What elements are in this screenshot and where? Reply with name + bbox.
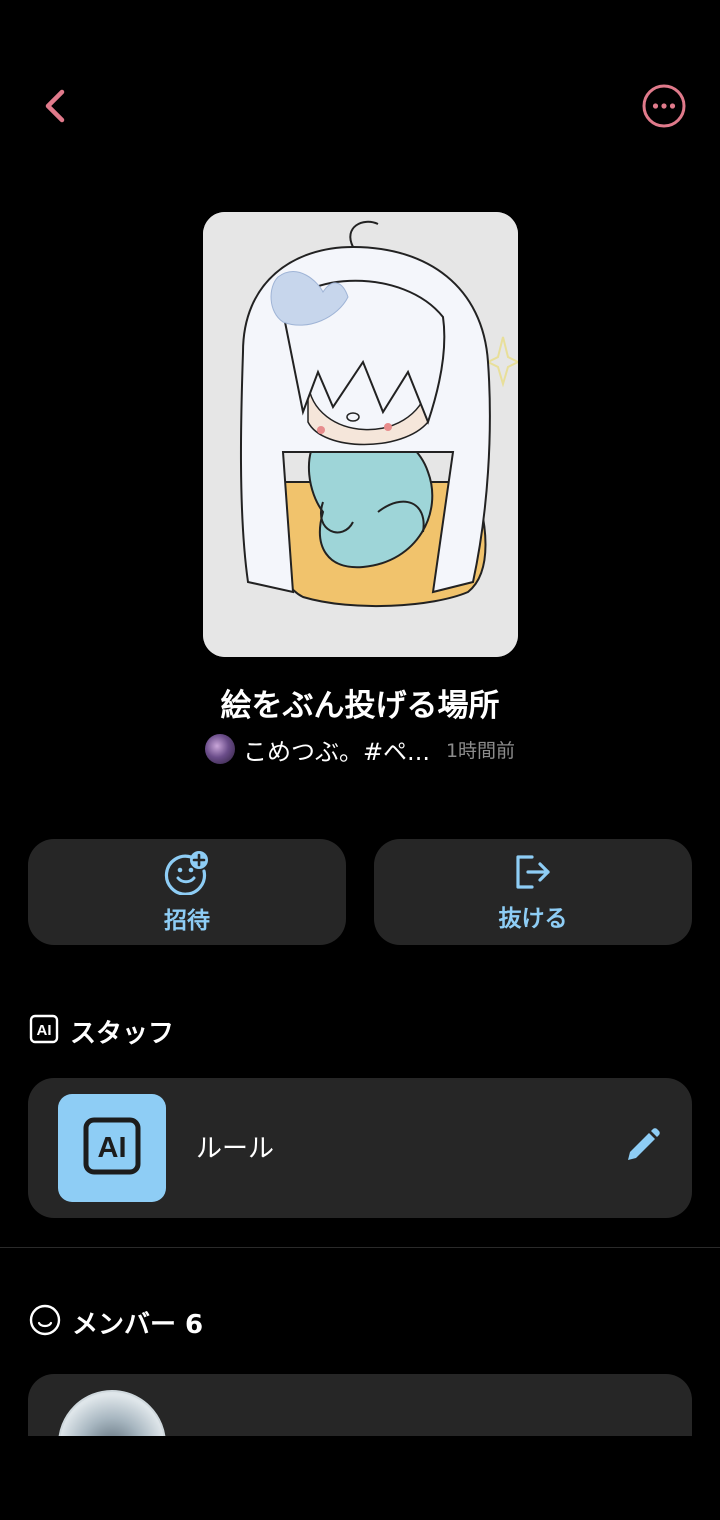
- member-item[interactable]: [28, 1374, 692, 1436]
- staff-item-rules[interactable]: AI ルール: [28, 1078, 692, 1218]
- member-section-header: メンバー 6: [28, 1302, 203, 1342]
- pencil-icon: [622, 1126, 662, 1170]
- more-horizontal-circle-icon: [636, 78, 692, 138]
- staff-section-header: AI スタッフ: [28, 1011, 174, 1051]
- leave-button[interactable]: 抜ける: [374, 839, 692, 945]
- edit-staff-button[interactable]: [620, 1126, 664, 1170]
- svg-text:AI: AI: [37, 1022, 52, 1039]
- owner-name[interactable]: こめつぶ。#ペ...: [243, 732, 430, 767]
- exit-icon: [510, 851, 556, 897]
- room-title: 絵をぶん投げる場所: [220, 688, 500, 724]
- owner-avatar[interactable]: [204, 734, 235, 764]
- member-section-title: メンバー 6: [72, 1309, 204, 1340]
- ai-badge-icon: AI: [82, 1116, 142, 1180]
- invite-button[interactable]: 招待: [28, 839, 346, 945]
- ai-badge-icon: AI: [28, 1013, 60, 1049]
- svg-text:AI: AI: [98, 1132, 127, 1164]
- bottom-safe-area: [0, 1436, 720, 1520]
- owner-info[interactable]: こめつぶ。#ペ... 1時間前: [0, 732, 720, 766]
- staff-item-name: ルール: [196, 1134, 275, 1164]
- add-user-icon: [163, 849, 211, 899]
- scroll-viewport: [0, 1374, 720, 1436]
- staff-item-thumbnail: AI: [58, 1094, 166, 1202]
- chevron-left-icon: [27, 78, 83, 138]
- smiley-icon: [28, 1303, 62, 1341]
- back-button[interactable]: [27, 80, 83, 136]
- member-avatar: [58, 1390, 166, 1436]
- more-options-button[interactable]: [636, 80, 692, 136]
- staff-section-title: スタッフ: [70, 1018, 175, 1049]
- invite-label: 招待: [164, 908, 210, 934]
- leave-label: 抜ける: [498, 906, 568, 932]
- updated-time: 1時間前: [445, 739, 516, 762]
- room-cover-image: [203, 212, 518, 657]
- section-divider: [0, 1247, 720, 1248]
